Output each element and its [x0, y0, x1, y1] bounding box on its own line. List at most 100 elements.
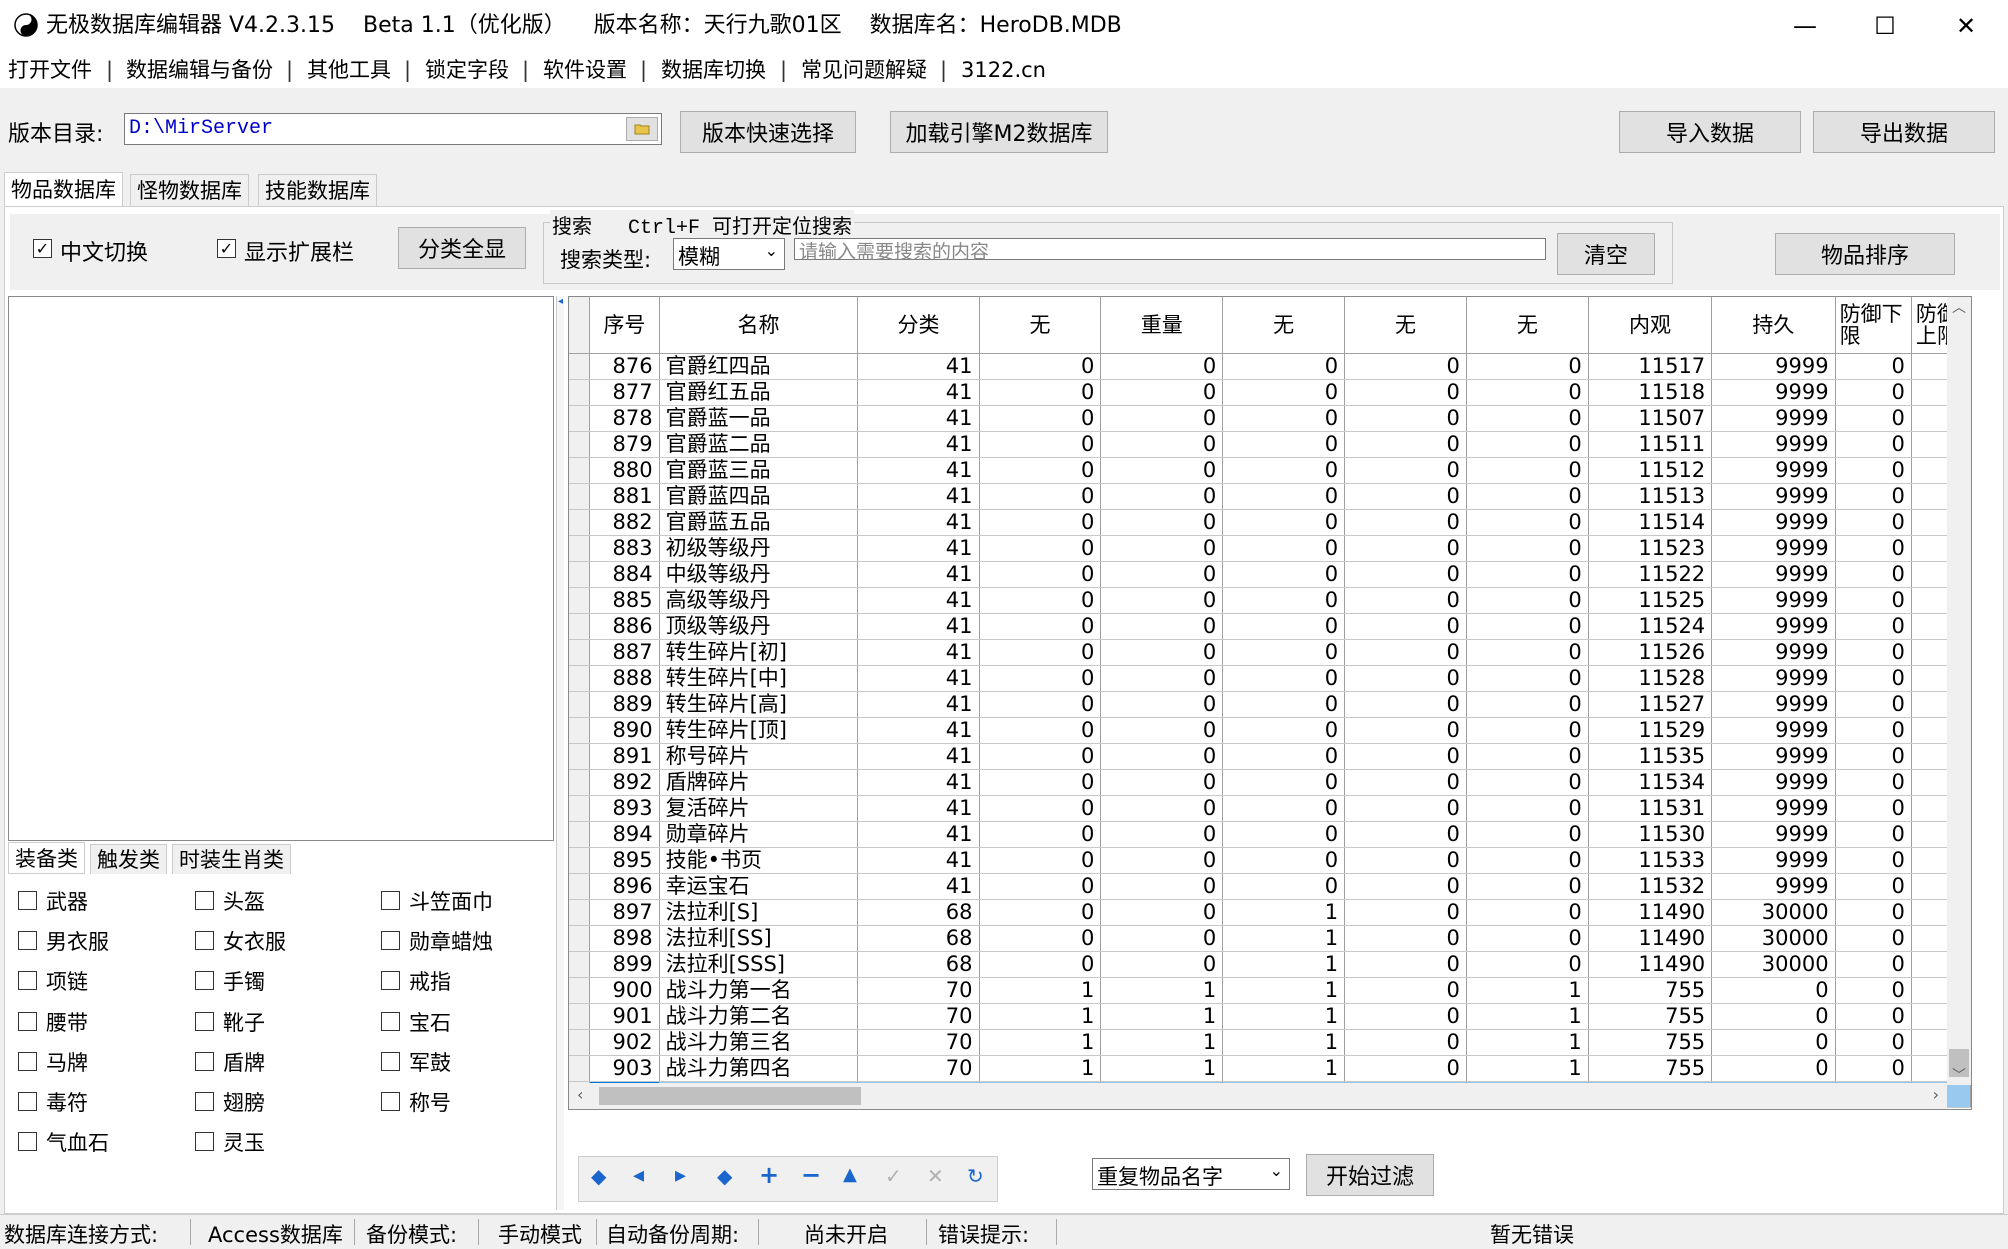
tab-fashion[interactable]: 时装生肖类	[172, 844, 291, 874]
tab-items[interactable]: 物品数据库	[4, 172, 123, 206]
table-cell[interactable]: 0	[1466, 925, 1589, 952]
table-cell[interactable]: 9999	[1711, 353, 1836, 380]
table-cell[interactable]: 0	[1344, 379, 1467, 406]
table-row[interactable]: 883 初级等级丹 41 0 0 0 0 0 11523 9999 0	[569, 535, 1971, 562]
table-cell[interactable]: 0	[1466, 379, 1589, 406]
row-indicator[interactable]	[569, 769, 591, 796]
table-cell[interactable]: 法拉利[SSS]	[659, 951, 859, 978]
table-cell[interactable]: 勋章碎片	[659, 821, 859, 848]
menu-data-edit-backup[interactable]: 数据编辑与备份	[126, 52, 273, 88]
quick-select-button[interactable]: 版本快速选择	[680, 111, 856, 153]
table-cell[interactable]: 0	[1344, 691, 1467, 718]
table-cell[interactable]: 1	[1100, 1003, 1224, 1030]
table-row[interactable]: 899 法拉利[SSS] 68 0 0 1 0 0 11490 30000 0	[569, 951, 1971, 978]
table-cell[interactable]: 0	[1711, 1003, 1836, 1030]
table-cell[interactable]: 0	[979, 951, 1102, 978]
table-cell[interactable]: 0	[1222, 561, 1346, 588]
edit-record-icon[interactable]: ▲	[843, 1164, 857, 1185]
table-cell[interactable]: 0	[1835, 353, 1912, 380]
row-indicator[interactable]	[569, 457, 591, 484]
table-cell[interactable]: 0	[1100, 847, 1224, 874]
table-cell[interactable]: 0	[1100, 613, 1224, 640]
table-cell[interactable]: 0	[1835, 639, 1912, 666]
table-cell[interactable]: 0	[1835, 795, 1912, 822]
table-cell[interactable]: 转生碎片[顶]	[659, 717, 859, 744]
table-cell[interactable]: 0	[1835, 769, 1912, 796]
category-checkbox[interactable]	[18, 1132, 37, 1152]
table-cell[interactable]: 11535	[1588, 743, 1713, 770]
table-cell[interactable]: 0	[1466, 665, 1589, 692]
table-cell[interactable]: 0	[1466, 535, 1589, 562]
table-row[interactable]: 890 转生碎片[顶] 41 0 0 0 0 0 11529 9999 0	[569, 717, 1971, 744]
column-header[interactable]: 持久	[1711, 297, 1836, 354]
table-cell[interactable]: 1	[1222, 1029, 1346, 1056]
table-cell[interactable]: 0	[1344, 925, 1467, 952]
table-cell[interactable]: 41	[857, 639, 980, 666]
table-cell[interactable]: 9999	[1711, 457, 1836, 484]
category-checkbox[interactable]	[18, 1051, 37, 1071]
table-cell[interactable]: 0	[1100, 743, 1224, 770]
table-cell[interactable]: 41	[857, 873, 980, 900]
row-indicator[interactable]	[569, 977, 591, 1004]
table-cell[interactable]: 1	[1466, 1055, 1589, 1082]
table-cell[interactable]: 1	[1222, 925, 1346, 952]
table-cell[interactable]: 0	[1466, 639, 1589, 666]
table-row[interactable]: 878 官爵蓝一品 41 0 0 0 0 0 11507 9999 0	[569, 405, 1971, 432]
table-cell[interactable]: 70	[857, 1003, 980, 1030]
table-row[interactable]: 900 战斗力第一名 70 1 1 1 0 1 755 0 0	[569, 977, 1971, 1004]
table-cell[interactable]: 0	[1466, 509, 1589, 536]
table-cell[interactable]: 0	[1835, 1003, 1912, 1030]
table-cell[interactable]: 882	[589, 509, 660, 536]
table-cell[interactable]: 0	[1222, 639, 1346, 666]
table-cell[interactable]: 11514	[1588, 509, 1713, 536]
table-cell[interactable]: 0	[1344, 639, 1467, 666]
table-cell[interactable]: 0	[1344, 509, 1467, 536]
table-cell[interactable]: 0	[1711, 1029, 1836, 1056]
dir-input[interactable]: D:\MirServer	[124, 113, 662, 145]
table-row[interactable]: 886 顶级等级丹 41 0 0 0 0 0 11524 9999 0	[569, 613, 1971, 640]
table-cell[interactable]: 0	[1835, 873, 1912, 900]
table-cell[interactable]: 0	[1466, 847, 1589, 874]
table-cell[interactable]: 41	[857, 483, 980, 510]
splitter[interactable]: ◂	[556, 296, 564, 1210]
category-checkbox[interactable]	[381, 931, 400, 951]
table-cell[interactable]: 0	[979, 405, 1102, 432]
table-row[interactable]: 894 勋章碎片 41 0 0 0 0 0 11530 9999 0	[569, 821, 1971, 848]
table-cell[interactable]: 战斗力第三名	[659, 1029, 859, 1056]
table-cell[interactable]: 0	[1466, 821, 1589, 848]
tab-equipment[interactable]: 装备类	[8, 842, 85, 874]
row-indicator[interactable]	[569, 795, 591, 822]
table-cell[interactable]: 0	[1835, 951, 1912, 978]
menu-db-switch[interactable]: 数据库切换	[661, 52, 766, 88]
table-cell[interactable]: 0	[1835, 821, 1912, 848]
table-cell[interactable]: 9999	[1711, 665, 1836, 692]
row-indicator[interactable]	[569, 691, 591, 718]
table-cell[interactable]: 9999	[1711, 587, 1836, 614]
table-cell[interactable]: 891	[589, 743, 660, 770]
table-cell[interactable]: 0	[1711, 977, 1836, 1004]
table-cell[interactable]: 755	[1588, 1003, 1713, 1030]
row-indicator[interactable]	[569, 743, 591, 770]
table-cell[interactable]: 0	[1222, 431, 1346, 458]
item-grid[interactable]: 序号 名称 分类无重量无无无内观 持久 防御下限 防御上限 876 官爵红四品 41 0 0 0 0 0…	[568, 296, 1972, 1110]
column-header[interactable]: 无	[1466, 297, 1589, 354]
table-cell[interactable]: 0	[1835, 431, 1912, 458]
table-cell[interactable]: 0	[1222, 847, 1346, 874]
table-cell[interactable]: 888	[589, 665, 660, 692]
table-cell[interactable]: 755	[1588, 1029, 1713, 1056]
table-cell[interactable]: 0	[1466, 587, 1589, 614]
table-cell[interactable]: 11511	[1588, 431, 1713, 458]
table-cell[interactable]: 41	[857, 431, 980, 458]
table-cell[interactable]: 0	[1466, 691, 1589, 718]
table-cell[interactable]: 0	[1222, 665, 1346, 692]
close-button[interactable]: ✕	[1926, 0, 2006, 52]
table-cell[interactable]: 战斗力第四名	[659, 1055, 859, 1082]
first-record-icon[interactable]: ◆	[591, 1164, 606, 1188]
menu-software-settings[interactable]: 软件设置	[543, 52, 627, 88]
category-checkbox[interactable]	[195, 1092, 214, 1111]
category-checkbox[interactable]	[195, 1132, 214, 1152]
category-checkbox[interactable]	[195, 971, 214, 991]
table-cell[interactable]: 0	[1344, 353, 1467, 380]
table-cell[interactable]: 41	[857, 769, 980, 796]
table-row[interactable]: 893 复活碎片 41 0 0 0 0 0 11531 9999 0	[569, 795, 1971, 822]
